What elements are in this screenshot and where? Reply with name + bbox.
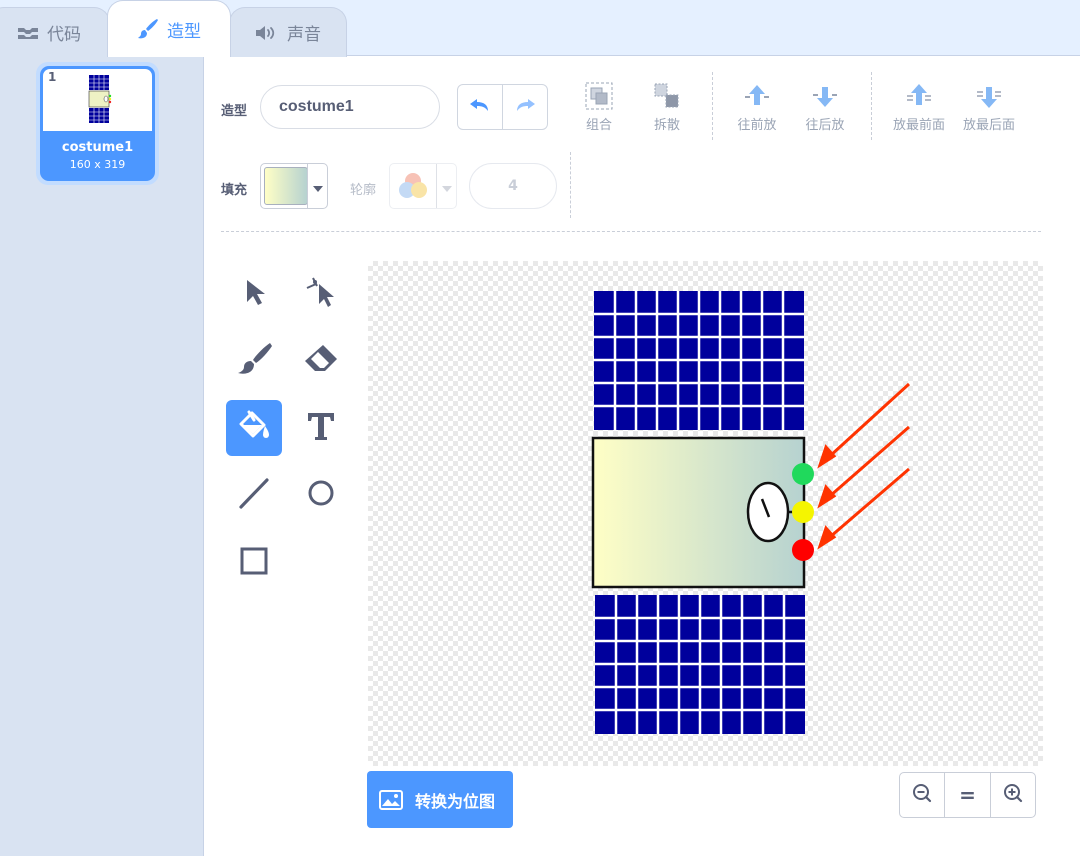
undo-icon (469, 97, 491, 117)
fill-color-picker[interactable] (260, 163, 328, 209)
back-label: 放最后面 (962, 118, 1015, 133)
zoom-controls: = (899, 772, 1036, 818)
toolbar-divider (871, 72, 872, 140)
fill-icon (237, 410, 271, 446)
outline-label: 轮廓 (350, 183, 377, 198)
indicator-yellow (792, 501, 814, 523)
paint-canvas[interactable] (368, 261, 1043, 766)
back-button[interactable]: 放最后面 (959, 78, 1019, 133)
toolbar-divider (712, 72, 713, 140)
circle-tool[interactable] (293, 467, 349, 523)
zoom-in-button[interactable] (989, 773, 1035, 817)
outline-width-input[interactable]: 4 (469, 163, 557, 209)
brush-icon (236, 341, 272, 381)
group-button[interactable]: 组合 (569, 78, 629, 133)
image-icon (379, 789, 403, 810)
forward-button[interactable]: 往前放 (727, 78, 787, 133)
backward-icon (795, 78, 855, 114)
solar-panel-bottom (595, 595, 805, 734)
fill-color-swatch (264, 167, 308, 205)
back-icon (959, 78, 1019, 114)
fill-dropdown[interactable] (307, 164, 327, 208)
ungroup-button[interactable]: 拆散 (637, 78, 697, 133)
select-icon (241, 277, 267, 311)
redo-button[interactable] (502, 85, 547, 129)
front-button[interactable]: 放最前面 (889, 78, 949, 133)
convert-to-bitmap-button[interactable]: 转换为位图 (367, 771, 513, 828)
undo-button[interactable] (458, 85, 502, 129)
backward-button[interactable]: 往后放 (795, 78, 855, 133)
eraser-icon (303, 341, 339, 381)
tab-code[interactable]: 代码 (0, 7, 110, 57)
costume-thumbnail: 1 (43, 69, 152, 131)
speaker-icon (255, 25, 279, 41)
costume-tile[interactable]: 1 costume1 160 x 319 (36, 62, 159, 185)
front-label: 放最前面 (892, 118, 945, 133)
rectangle-icon (239, 546, 269, 580)
costume-drawing (591, 291, 911, 734)
fill-tool[interactable] (226, 400, 282, 456)
caret-down-icon (312, 177, 323, 196)
zoom-in-icon (1003, 783, 1023, 808)
indicator-red (792, 539, 814, 561)
zoom-out-icon (912, 783, 932, 808)
toolbar-divider (570, 152, 571, 218)
costume-size: 160 x 319 (69, 158, 126, 171)
backward-label: 往后放 (805, 118, 845, 133)
costume-number: 1 (48, 70, 57, 84)
group-icon (569, 78, 629, 114)
circle-icon (306, 478, 336, 512)
rectangle-tool[interactable] (226, 535, 282, 591)
costume-name-input[interactable] (260, 85, 440, 129)
undo-redo-group (457, 84, 548, 130)
costume-tile-body: 1 costume1 160 x 319 (40, 66, 155, 181)
zoom-reset-button[interactable]: = (944, 773, 989, 817)
costume-name: costume1 (61, 140, 134, 155)
group-label: 组合 (585, 118, 612, 133)
pointer-arrows (817, 382, 911, 550)
brush-icon (137, 18, 159, 40)
tab-sound[interactable]: 声音 (229, 7, 347, 57)
caret-down-icon (441, 177, 452, 196)
outline-color-picker[interactable] (389, 163, 457, 209)
line-tool[interactable] (226, 467, 282, 523)
tab-costume[interactable]: 造型 (107, 0, 231, 57)
ungroup-icon (637, 78, 697, 114)
ungroup-label: 拆散 (653, 118, 680, 133)
tab-code-label: 代码 (47, 25, 81, 45)
fill-label: 填充 (221, 183, 248, 198)
select-tool[interactable] (226, 266, 282, 322)
outline-dropdown[interactable] (436, 164, 456, 208)
tab-costume-label: 造型 (167, 21, 201, 42)
indicator-green (792, 463, 814, 485)
eraser-tool[interactable] (293, 333, 349, 389)
solar-panel-top (594, 291, 804, 430)
zoom-out-button[interactable] (900, 773, 944, 817)
costume-list: 1 costume1 160 x 319 (0, 57, 204, 856)
reshape-tool[interactable] (293, 266, 349, 322)
code-icon (17, 25, 39, 41)
tab-sound-label: 声音 (287, 25, 321, 45)
redo-icon (514, 97, 536, 117)
outline-disabled-icon (396, 170, 430, 206)
text-tool[interactable] (293, 400, 349, 456)
editor-tab-bar: 代码 造型 声音 (0, 0, 1080, 57)
line-icon (238, 477, 270, 513)
forward-label: 往前放 (737, 118, 777, 133)
reshape-icon (303, 274, 339, 314)
brush-tool[interactable] (226, 333, 282, 389)
toolbar-separator (221, 231, 1041, 232)
forward-icon (727, 78, 787, 114)
costume-name-label: 造型 (221, 104, 248, 119)
text-icon (305, 410, 337, 446)
convert-label: 转换为位图 (415, 791, 496, 811)
front-icon (889, 78, 949, 114)
